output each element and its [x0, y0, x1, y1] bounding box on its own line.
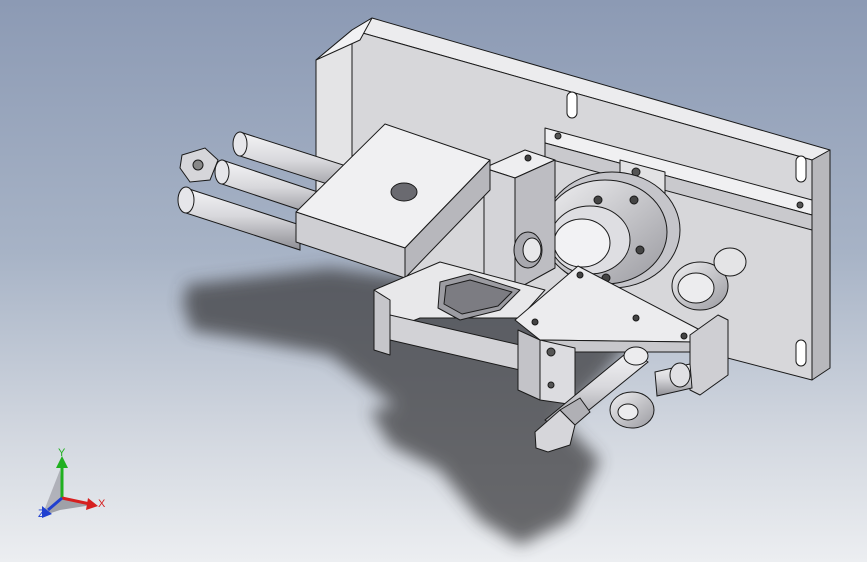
y-axis-label: Y [58, 447, 66, 459]
z-axis-label: Z [38, 508, 45, 520]
rotary-table[interactable] [542, 171, 681, 289]
cad-model-view[interactable]: Y X Z [0, 0, 867, 562]
upright-bracket[interactable] [483, 149, 556, 291]
x-axis-arrow [86, 498, 98, 510]
graphics-viewport[interactable]: Y X Z [0, 0, 867, 562]
reference-triad-icon: Y X Z [38, 447, 106, 520]
x-axis-label: X [98, 498, 106, 510]
